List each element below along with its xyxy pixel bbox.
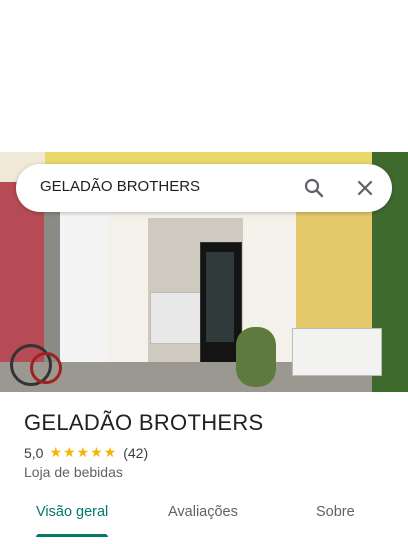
search-icon[interactable]: [302, 176, 326, 200]
rating-stars-icon: ★★★★★: [49, 444, 118, 460]
review-count[interactable]: (42): [123, 445, 148, 461]
place-category[interactable]: Loja de bebidas: [24, 464, 123, 480]
photo-plant-small: [236, 327, 276, 387]
photo-freezer: [150, 292, 204, 344]
photo-cooler: [292, 328, 382, 376]
place-tabs: Visão geral Avaliações Sobre: [0, 496, 408, 544]
tab-reviews[interactable]: Avaliações: [168, 504, 238, 520]
search-input[interactable]: GELADÃO BROTHERS: [40, 178, 200, 195]
photo-fridge-light: [206, 252, 234, 342]
photo-bike-frame: [30, 352, 62, 384]
place-title: GELADÃO BROTHERS: [24, 410, 264, 435]
tab-about[interactable]: Sobre: [316, 504, 355, 520]
tab-overview[interactable]: Visão geral: [36, 504, 108, 520]
search-bar[interactable]: GELADÃO BROTHERS: [16, 164, 392, 212]
active-tab-indicator: [36, 534, 108, 537]
rating-row[interactable]: 5,0 ★★★★★ (42): [24, 444, 148, 461]
rating-value: 5,0: [24, 444, 44, 461]
close-icon[interactable]: [353, 176, 377, 200]
photo-shop-wall-left: [58, 210, 108, 380]
